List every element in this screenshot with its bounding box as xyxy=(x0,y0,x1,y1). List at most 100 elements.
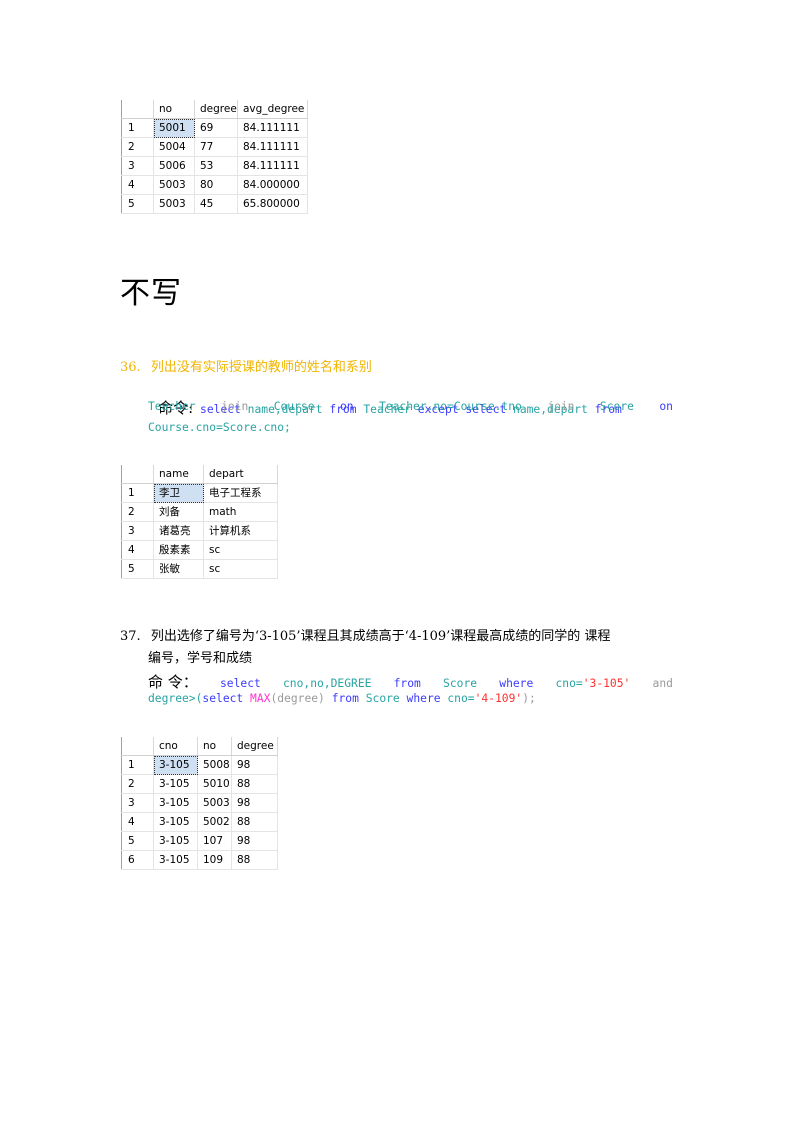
sql-identifier: Teacher.no=Course.tno xyxy=(379,400,522,413)
row-number[interactable]: 4 xyxy=(121,812,154,832)
q37-number: 37. xyxy=(120,629,141,644)
sql-identifier: cno,no,DEGREE xyxy=(283,677,372,690)
cell[interactable]: 3-105 xyxy=(153,850,198,870)
cell[interactable]: 84.111111 xyxy=(237,137,308,157)
cell[interactable]: 李卫 xyxy=(153,483,204,503)
cell[interactable]: 5010 xyxy=(197,774,232,794)
sql-function: MAX xyxy=(250,692,271,705)
sql-string: '4-109' xyxy=(474,692,523,705)
cell[interactable]: sc xyxy=(203,559,278,579)
row-number[interactable]: 2 xyxy=(121,774,154,794)
cell[interactable]: 77 xyxy=(194,137,238,157)
cell[interactable]: 80 xyxy=(194,175,238,195)
row-number[interactable]: 3 xyxy=(121,521,154,541)
row-number[interactable]: 5 xyxy=(121,559,154,579)
row-number[interactable]: 4 xyxy=(121,175,154,195)
sql-identifier: Score xyxy=(443,677,478,690)
col-header-degree[interactable]: degree xyxy=(231,737,278,756)
table-row: 1 李卫 电子工程系 xyxy=(121,483,278,503)
cell[interactable]: 5003 xyxy=(197,793,232,813)
sql-keyword: where xyxy=(406,692,441,705)
table-row: 5 3-105 107 98 xyxy=(121,831,278,851)
cell[interactable]: 84.111111 xyxy=(237,156,308,176)
row-number[interactable]: 2 xyxy=(121,137,154,157)
row-number[interactable]: 5 xyxy=(121,831,154,851)
cell[interactable]: 53 xyxy=(194,156,238,176)
cell[interactable]: 殷素素 xyxy=(153,540,204,560)
q37-title-text: 列出选修了编号为‘3-105’课程且其成绩高于‘4-109’课程最高成绩的同学的… xyxy=(150,629,611,644)
col-header-depart[interactable]: depart xyxy=(203,465,278,484)
result-grid-teachers: name depart 1 李卫 电子工程系 2 刘备 math 3 诸葛亮 计… xyxy=(121,465,278,579)
sql-identifier: Course xyxy=(273,400,315,413)
cell[interactable]: 88 xyxy=(231,850,278,870)
cell[interactable]: 98 xyxy=(231,755,278,775)
cell[interactable]: 5008 xyxy=(197,755,232,775)
cell[interactable]: 69 xyxy=(194,118,238,138)
table-row: 6 3-105 109 88 xyxy=(121,850,278,870)
cell[interactable]: 88 xyxy=(231,774,278,794)
cell[interactable]: 88 xyxy=(231,812,278,832)
col-header-no[interactable]: no xyxy=(153,100,195,119)
row-number[interactable]: 1 xyxy=(121,755,154,775)
table-row: 3 3-105 5003 98 xyxy=(121,793,278,813)
cell[interactable]: 刘备 xyxy=(153,502,204,522)
cell[interactable]: 3-105 xyxy=(153,774,198,794)
cell[interactable]: 5004 xyxy=(153,137,195,157)
cell[interactable]: 84.111111 xyxy=(237,118,308,138)
row-number[interactable]: 6 xyxy=(121,850,154,870)
cell[interactable]: 5001 xyxy=(153,118,195,138)
col-header-avg-degree[interactable]: avg_degree xyxy=(237,100,308,119)
row-number[interactable]: 1 xyxy=(121,118,154,138)
sql-identifier: Teacher xyxy=(148,400,196,413)
cell[interactable]: 98 xyxy=(231,831,278,851)
cell[interactable]: math xyxy=(203,502,278,522)
cell[interactable]: 3-105 xyxy=(153,812,198,832)
row-number[interactable]: 1 xyxy=(121,483,154,503)
row-number[interactable]: 4 xyxy=(121,540,154,560)
cell[interactable]: 84.000000 xyxy=(237,175,308,195)
cell[interactable]: 5003 xyxy=(153,175,195,195)
cell[interactable]: 65.800000 xyxy=(237,194,308,214)
row-number[interactable]: 3 xyxy=(121,156,154,176)
cell[interactable]: 3-105 xyxy=(153,793,198,813)
cell[interactable]: 109 xyxy=(197,850,232,870)
cell[interactable]: 张敏 xyxy=(153,559,204,579)
command-label: 命 令： xyxy=(148,673,198,691)
sql-keyword: on xyxy=(659,400,673,413)
row-number[interactable]: 5 xyxy=(121,194,154,214)
table-row: 2 刘备 math xyxy=(121,502,278,522)
col-header-name[interactable]: name xyxy=(153,465,204,484)
col-header-degree[interactable]: degree xyxy=(194,100,238,119)
q36-title: 36. 列出没有实际授课的教师的姓名和系别 xyxy=(120,358,372,378)
sql-identifier: Score xyxy=(599,400,634,413)
table-row: 5 张敏 sc xyxy=(121,559,278,579)
cell[interactable]: sc xyxy=(203,540,278,560)
result-grid-scores: cno no degree 1 3-105 5008 98 2 3-105 50… xyxy=(121,737,278,870)
sql-keyword: and xyxy=(652,677,673,690)
col-header-cno[interactable]: cno xyxy=(153,737,198,756)
cell[interactable]: 98 xyxy=(231,793,278,813)
table-row: 3 诸葛亮 计算机系 xyxy=(121,521,278,541)
table-row: 4 殷素素 sc xyxy=(121,540,278,560)
grid-corner xyxy=(121,465,154,484)
cell[interactable]: 3-105 xyxy=(153,755,198,775)
cell[interactable]: 5006 xyxy=(153,156,195,176)
cell[interactable]: 3-105 xyxy=(153,831,198,851)
cell[interactable]: 计算机系 xyxy=(203,521,278,541)
cell[interactable]: 5003 xyxy=(153,194,195,214)
cell[interactable]: 45 xyxy=(194,194,238,214)
grid-header: cno no degree xyxy=(121,737,278,756)
q36-title-text: 列出没有实际授课的教师的姓名和系别 xyxy=(150,360,372,375)
cell[interactable]: 诸葛亮 xyxy=(153,521,204,541)
cell[interactable]: 5002 xyxy=(197,812,232,832)
row-number[interactable]: 2 xyxy=(121,502,154,522)
cell[interactable]: 电子工程系 xyxy=(203,483,278,503)
sql-identifier: degree>( xyxy=(148,692,203,705)
table-row: 5 5003 45 65.800000 xyxy=(121,194,308,214)
cell[interactable]: 107 xyxy=(197,831,232,851)
row-number[interactable]: 3 xyxy=(121,793,154,813)
table-row: 4 3-105 5002 88 xyxy=(121,812,278,832)
col-header-no[interactable]: no xyxy=(197,737,232,756)
q36-sql-line-2: Teacher join Course on Teacher.no=Course… xyxy=(148,400,673,413)
sql-string: '3-105' xyxy=(582,677,631,690)
